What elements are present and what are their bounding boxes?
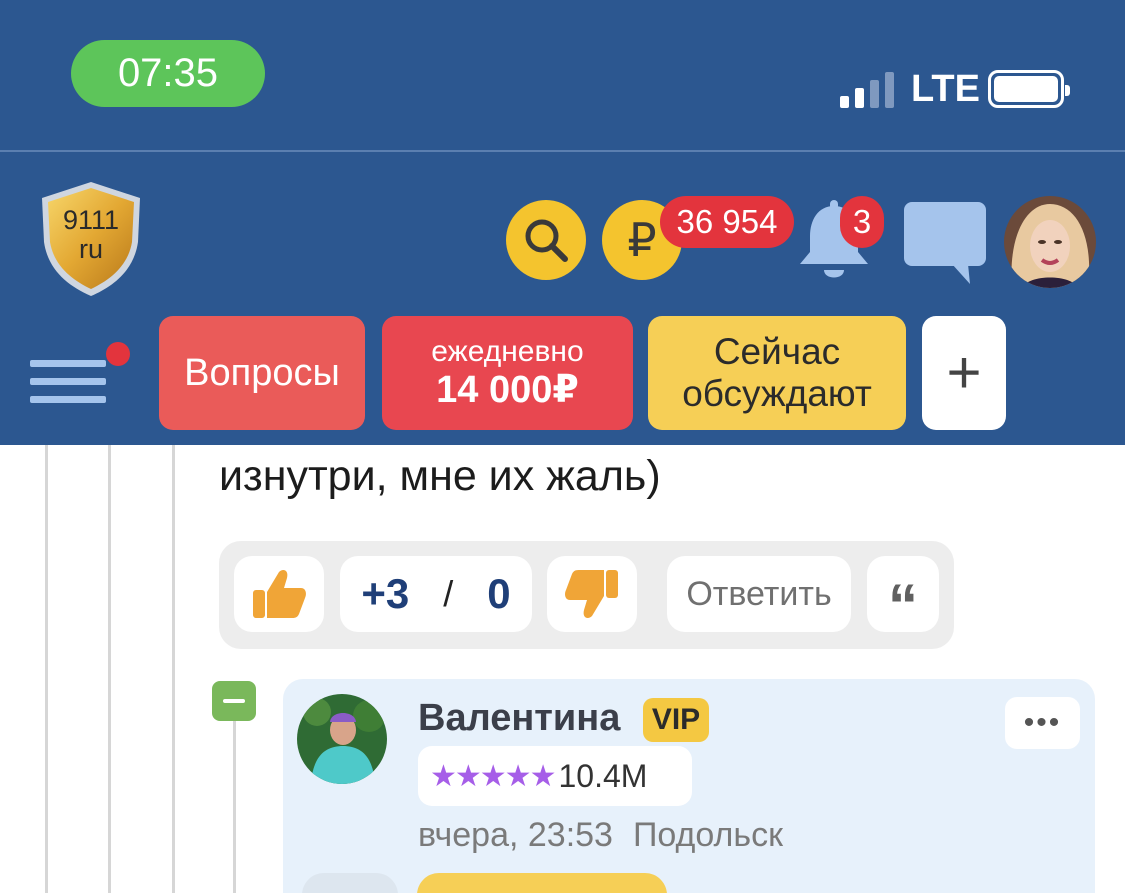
ruble-icon: ₽: [627, 214, 657, 266]
trending-button[interactable]: Сейчас обсуждают: [648, 316, 906, 430]
quote-button[interactable]: “: [867, 556, 939, 639]
comment-actions-bar: +3 / 0 Ответить “: [219, 541, 954, 649]
thumbs-down-icon: [565, 570, 618, 618]
vote-score: +3 / 0: [340, 556, 532, 632]
likes-count: +3: [361, 570, 410, 617]
add-question-button[interactable]: +: [922, 316, 1006, 430]
reply-time: вчера, 23:53: [418, 816, 613, 854]
dislikes-count: 0: [487, 570, 511, 617]
balance-badge: 36 954: [660, 196, 794, 248]
questions-button[interactable]: Вопросы: [159, 316, 365, 430]
thumbs-up-icon: [253, 570, 306, 618]
signal-strength-icon: [840, 72, 900, 108]
logo-text: 9111 ru: [62, 205, 120, 264]
reply-button[interactable]: Ответить: [667, 556, 851, 632]
thread-line: [172, 445, 175, 893]
reply-city: Подольск: [632, 816, 783, 854]
reply-author-name[interactable]: Валентина: [418, 697, 620, 740]
reply-meta: вчера, 23:53 Подольск: [418, 816, 783, 855]
site-header: 9111 ru ₽ 36 954 3 Вопросы ежедневно 14 …: [0, 152, 1125, 445]
plus-icon: +: [946, 339, 982, 406]
thread-line: [45, 445, 48, 893]
battery-icon: [988, 70, 1070, 108]
daily-prize-button[interactable]: ежедневно 14 000₽: [382, 316, 633, 430]
author-rating: ★★★★★ 10.4M: [418, 746, 692, 806]
comment-text: изнутри, мне их жаль): [219, 452, 661, 500]
next-action-button[interactable]: [417, 873, 667, 893]
chat-icon[interactable]: [904, 202, 988, 286]
minus-icon: [223, 699, 245, 703]
vip-badge: VIP: [643, 698, 709, 742]
status-time: 07:35: [71, 40, 265, 107]
hamburger-menu-button[interactable]: [28, 342, 132, 412]
dislike-button[interactable]: [547, 556, 637, 632]
collapse-thread-button[interactable]: [212, 681, 256, 721]
thread-line: [108, 445, 111, 893]
more-options-button[interactable]: •••: [1005, 697, 1080, 749]
notifications-badge: 3: [840, 196, 884, 248]
search-button[interactable]: [506, 200, 586, 280]
menu-icon-line: [30, 360, 106, 367]
reply-author-avatar[interactable]: [297, 694, 387, 784]
network-type: LTE: [911, 68, 980, 110]
menu-notification-dot: [106, 342, 130, 366]
status-bar: 07:35 LTE: [0, 0, 1125, 150]
like-button[interactable]: [234, 556, 324, 632]
quote-icon: “: [888, 571, 918, 639]
rating-stars-icon: ★★★★★: [430, 759, 556, 793]
more-icon: •••: [1023, 706, 1062, 739]
rating-value: 10.4M: [558, 757, 648, 794]
user-avatar[interactable]: [1004, 196, 1096, 288]
search-icon: [525, 219, 568, 262]
next-action-button[interactable]: [302, 873, 398, 893]
thread-line: [233, 720, 236, 893]
